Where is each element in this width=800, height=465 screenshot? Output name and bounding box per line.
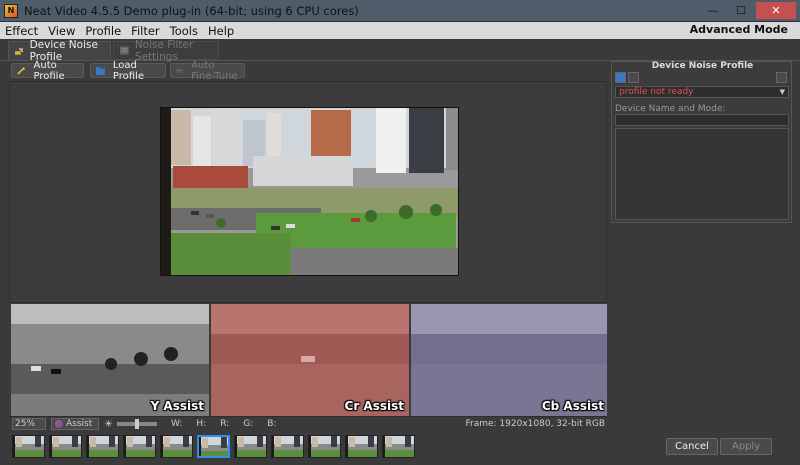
cr-assist-label: Cr Assist (344, 399, 404, 413)
fine-tune-icon (176, 67, 184, 74)
thumbnail-image (346, 436, 377, 457)
auto-profile-label: Auto Profile (33, 59, 65, 82)
thumbnail-image (13, 436, 44, 457)
window-title: Neat Video 4.5.5 Demo plug-in (64-bit; u… (24, 3, 359, 18)
menu-bar: Effect View Profile Filter Tools Help Ad… (0, 22, 800, 39)
frame-thumbnail[interactable] (123, 435, 156, 458)
menu-profile[interactable]: Profile (80, 24, 126, 38)
menu-tools[interactable]: Tools (165, 24, 203, 38)
auto-profile-icon (17, 67, 25, 75)
frame-thumbnail[interactable] (382, 435, 415, 458)
profile-toolbar: Auto Profile Load Profile Auto Fine-Tune (0, 60, 610, 82)
brightness-slider[interactable] (116, 419, 157, 429)
open-profile-icon[interactable] (615, 72, 626, 83)
city-scene-image (161, 108, 458, 275)
slider-knob[interactable] (134, 419, 139, 429)
minimize-button[interactable]: — (700, 2, 726, 19)
cancel-button[interactable]: Cancel (666, 438, 718, 455)
thumbnail-image (383, 436, 414, 457)
menu-effect[interactable]: Effect (0, 24, 43, 38)
frame-thumbnail[interactable] (160, 435, 193, 458)
frame-thumbnail[interactable] (197, 435, 230, 458)
load-profile-label: Load Profile (112, 59, 144, 82)
thumbnail-image (50, 436, 81, 457)
save-profile-icon[interactable] (628, 72, 639, 83)
assist-color-icon (55, 420, 63, 428)
frame-thumbnail[interactable] (234, 435, 267, 458)
assist-mode-select[interactable]: Assist (51, 418, 99, 430)
y-assist-panel[interactable]: Y Assist (11, 304, 209, 416)
profile-status-text: profile not ready (619, 87, 694, 97)
thumbnail-strip (0, 433, 620, 461)
cb-assist-label: Cb Assist (541, 399, 604, 413)
load-profile-button[interactable]: Load Profile (90, 60, 166, 82)
assist-panels: Y Assist Cr Assist Cb Assist (9, 304, 607, 416)
zoom-select[interactable]: 25% (12, 418, 46, 430)
window-controls: — ☐ ✕ (700, 2, 796, 19)
menu-view[interactable]: View (43, 24, 80, 38)
thumbnail-image (199, 437, 228, 456)
cr-assist-panel[interactable]: Cr Assist (211, 304, 409, 416)
brightness-icon: ☀ (104, 418, 113, 430)
frame-thumbnail[interactable] (12, 435, 45, 458)
status-bar: 25% Assist ☀ W: H: R: G: B: Frame: 1920x… (9, 416, 607, 431)
filter-settings-icon (120, 46, 129, 55)
menu-help[interactable]: Help (203, 24, 239, 38)
device-noise-profile-panel: Device Noise Profile profile not ready ▼… (611, 61, 792, 223)
width-readout: W: (170, 419, 183, 429)
title-bar: N Neat Video 4.5.5 Demo plug-in (64-bit;… (0, 0, 800, 22)
device-name-field[interactable] (615, 114, 789, 126)
profile-details-area (615, 128, 789, 220)
app-icon: N (4, 3, 18, 18)
cb-assist-panel[interactable]: Cb Assist (411, 304, 609, 416)
menu-filter[interactable]: Filter (126, 24, 164, 38)
thumbnail-image (235, 436, 266, 457)
thumbnail-image (309, 436, 340, 457)
thumbnail-image (124, 436, 155, 457)
frame-thumbnail[interactable] (86, 435, 119, 458)
chevron-down-icon: ▼ (779, 88, 785, 96)
frame-thumbnail[interactable] (308, 435, 341, 458)
thumbnail-image (87, 436, 118, 457)
tab-device-noise-profile[interactable]: Device Noise Profile (8, 39, 111, 63)
panel-icons (615, 72, 639, 83)
profile-status-select[interactable]: profile not ready ▼ (615, 86, 789, 98)
y-assist-label: Y Assist (150, 399, 204, 413)
tab-bar: Device Noise Profile Noise Filter Settin… (0, 39, 800, 63)
auto-fine-tune-button[interactable]: Auto Fine-Tune (170, 60, 245, 82)
height-readout: H: (196, 419, 207, 429)
auto-fine-tune-label: Auto Fine-Tune (191, 59, 238, 82)
frame-info: Frame: 1920x1080, 32-bit RGB (465, 419, 606, 429)
apply-button[interactable]: Apply (720, 438, 772, 455)
red-readout: R: (220, 419, 230, 429)
frame-thumbnail[interactable] (345, 435, 378, 458)
blue-readout: B: (267, 419, 277, 429)
auto-profile-button[interactable]: Auto Profile (11, 60, 84, 82)
video-preview-image[interactable] (160, 107, 459, 276)
tab-noise-filter-settings[interactable]: Noise Filter Settings (113, 39, 219, 63)
frame-thumbnail[interactable] (271, 435, 304, 458)
thumbnail-image (161, 436, 192, 457)
folder-open-icon (96, 66, 105, 75)
info-icon[interactable] (776, 72, 787, 83)
assist-mode-label: Assist (66, 419, 93, 429)
device-name-label: Device Name and Mode: (615, 104, 726, 114)
frame-thumbnail[interactable] (49, 435, 82, 458)
main-viewport[interactable] (9, 81, 607, 303)
panel-title: Device Noise Profile (651, 61, 754, 71)
maximize-button[interactable]: ☐ (728, 2, 754, 19)
thumbnail-image (272, 436, 303, 457)
profile-wand-icon (15, 47, 24, 55)
green-readout: G: (243, 419, 254, 429)
close-button[interactable]: ✕ (756, 2, 796, 19)
mode-indicator[interactable]: Advanced Mode (690, 23, 788, 36)
